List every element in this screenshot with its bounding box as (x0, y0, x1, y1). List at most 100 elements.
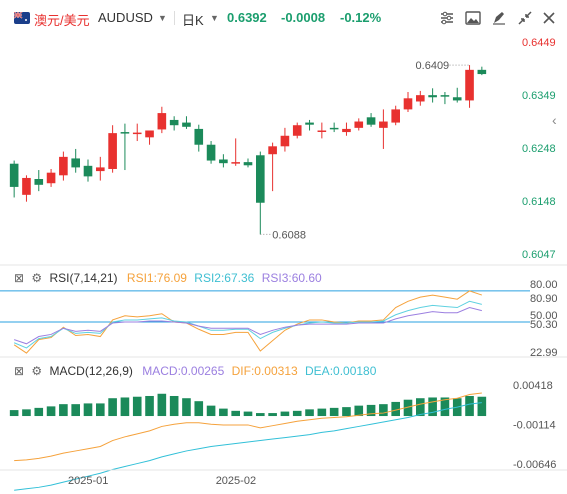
candle-body (169, 119, 179, 126)
candle-body (268, 146, 277, 155)
candle-body (329, 127, 339, 130)
macd-axis-label: -0.00646 (513, 459, 556, 471)
macd-bar (243, 411, 253, 417)
macd-bar (71, 404, 80, 417)
price-axis-label: 0.6148 (522, 195, 556, 208)
candle-body (120, 132, 130, 134)
candle-body (391, 109, 400, 123)
macd-bar (465, 395, 474, 417)
macd-value: MACD:0.00265 (142, 364, 225, 378)
candle-body (206, 144, 216, 161)
macd-bar (329, 407, 339, 417)
rsi-pane: 80.0080.9050.0050.3022.99 (0, 279, 558, 359)
rsi-title[interactable]: RSI(7,14,21) (50, 271, 118, 285)
macd-bar (96, 403, 105, 417)
candle-body (379, 121, 388, 128)
candle-body (46, 172, 56, 184)
settings-icon[interactable]: ⚙ (31, 364, 42, 378)
macd-bar (477, 396, 487, 417)
macd-bar (219, 408, 228, 417)
macd-bar (342, 407, 351, 417)
candle-body (157, 113, 167, 130)
candle-body (108, 133, 117, 169)
candle-body (465, 69, 474, 101)
candle-body (194, 128, 204, 145)
candle-body (9, 163, 19, 187)
rsi-line-rsi3 (13, 306, 482, 345)
macd-bar (145, 395, 154, 417)
macd-pane: 0.00418 -0.00114 -0.00646 (9, 380, 556, 491)
candle-body (22, 177, 31, 195)
candle-body (403, 98, 413, 110)
side-panel-arrow-icon[interactable]: ‹ (552, 112, 557, 128)
macd-bar (157, 393, 167, 417)
dea-value: DEA:0.00180 (305, 364, 377, 378)
macd-bar (292, 410, 302, 417)
high-label: 0.6409 (416, 60, 450, 72)
rsi2-value: RSI2:67.36 (194, 271, 255, 285)
rsi-line-rsi2 (13, 300, 482, 349)
kline-chart[interactable]: 0.64090.6088 80.0080.9050.0050.3022.99 0… (0, 0, 567, 494)
macd-bar (268, 413, 277, 417)
candle-body (219, 159, 228, 164)
macd-bar (169, 395, 179, 417)
macd-bar (120, 397, 130, 417)
candle-body (145, 130, 154, 138)
macd-bar (182, 398, 191, 417)
candle-body (317, 130, 327, 132)
macd-axis-label: -0.00114 (513, 420, 556, 432)
candle-body (83, 165, 93, 177)
macd-bar (34, 407, 44, 417)
candle-body (305, 122, 314, 125)
candle-body (354, 121, 364, 128)
macd-bar (317, 408, 327, 417)
candle-body (428, 95, 437, 98)
candle-body (477, 69, 487, 75)
macd-bar (59, 404, 68, 417)
collapse-pane-icon[interactable]: ⊠ (14, 364, 24, 378)
candle-body (280, 135, 290, 147)
settings-icon[interactable]: ⚙ (31, 271, 42, 285)
rsi-axis-label: 80.00 (530, 279, 558, 291)
low-label: 0.6088 (272, 229, 306, 241)
dif-value: DIF:0.00313 (231, 364, 298, 378)
collapse-pane-icon[interactable]: ⊠ (14, 271, 24, 285)
price-pane: 0.6409 0.6088 (9, 60, 487, 241)
candle-body (34, 179, 44, 185)
x-axis-label: 2025-01 (68, 475, 108, 487)
candle-body (71, 158, 80, 168)
candle-body (292, 125, 302, 136)
macd-bar (206, 405, 216, 417)
price-axis-label: 0.6349 (522, 89, 556, 102)
price-axis-label: 0.6248 (522, 143, 556, 155)
candle-body (132, 132, 142, 135)
price-axis-label: 0.6047 (522, 249, 556, 261)
rsi-axis-label: 80.90 (530, 293, 558, 305)
macd-header: ⊠ ⚙ MACD(12,26,9) MACD:0.00265 DIF:0.003… (14, 364, 376, 378)
macd-bar (231, 410, 240, 417)
x-axis: 2025-01 2025-02 (0, 469, 567, 487)
macd-title[interactable]: MACD(12,26,9) (50, 364, 133, 378)
macd-bar (280, 411, 290, 417)
candle-body (342, 128, 351, 133)
rsi1-value: RSI1:76.09 (126, 271, 187, 285)
candle-body (243, 162, 253, 166)
macd-axis-label: 0.00418 (513, 380, 553, 392)
macd-bar (256, 413, 265, 417)
price-axis-label: 0.6449 (522, 37, 556, 49)
macd-bar (305, 409, 314, 417)
rsi3-value: RSI3:60.60 (261, 271, 322, 285)
macd-bar (379, 404, 388, 417)
candle-body (452, 97, 462, 101)
rsi-header: ⊠ ⚙ RSI(7,14,21) RSI1:76.09 RSI2:67.36 R… (14, 271, 322, 285)
macd-bar (46, 406, 56, 417)
candle-body (96, 167, 105, 172)
candle-body (231, 162, 240, 164)
candle-body (59, 156, 68, 176)
macd-bar (83, 403, 93, 417)
candle-body (440, 95, 450, 97)
macd-bar (9, 410, 19, 417)
rsi-axis-label: 50.30 (530, 319, 558, 331)
candle-body (366, 117, 376, 125)
candle-body (416, 95, 425, 102)
